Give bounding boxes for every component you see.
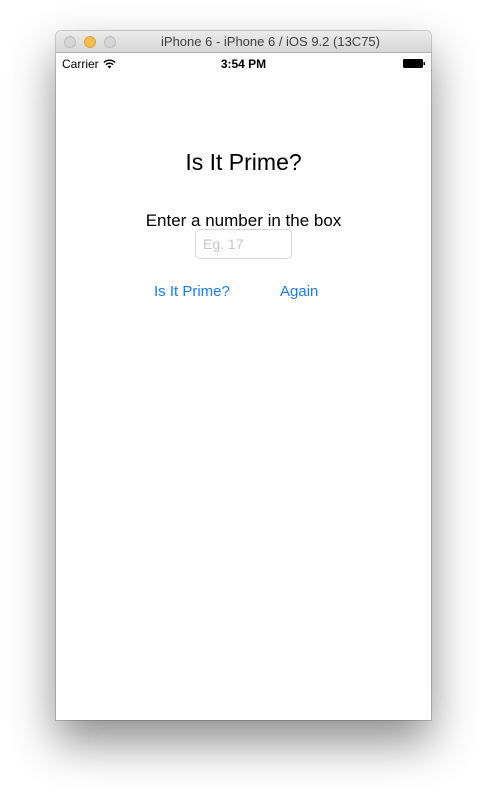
again-button[interactable]: Again [280,283,318,300]
device-screen: Carrier 3:54 PM Is It Prime? Enter a num… [56,53,431,720]
simulator-window: iPhone 6 - iPhone 6 / iOS 9.2 (13C75) Ca… [56,31,431,720]
window-titlebar[interactable]: iPhone 6 - iPhone 6 / iOS 9.2 (13C75) [56,31,431,53]
zoom-icon[interactable] [104,36,116,48]
number-input[interactable] [195,229,292,259]
window-title: iPhone 6 - iPhone 6 / iOS 9.2 (13C75) [161,34,380,49]
is-it-prime-button[interactable]: Is It Prime? [154,283,230,300]
status-bar: Carrier 3:54 PM [56,53,431,73]
instruction-label: Enter a number in the box [145,211,342,230]
battery-icon [403,59,425,68]
desktop-background: iPhone 6 - iPhone 6 / iOS 9.2 (13C75) Ca… [0,0,487,801]
close-icon[interactable] [64,36,76,48]
page-title: Is It Prime? [185,149,302,175]
status-time: 3:54 PM [220,57,267,71]
minimize-icon[interactable] [84,36,96,48]
